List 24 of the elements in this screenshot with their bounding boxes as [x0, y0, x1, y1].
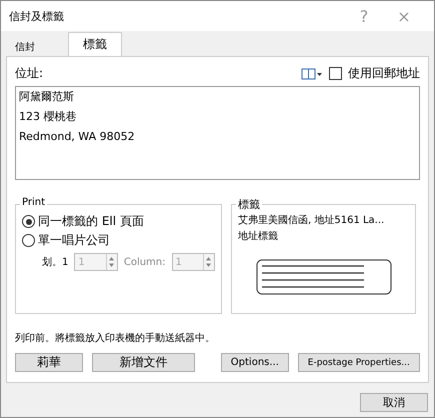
address-field[interactable]: 阿黛爾范斯 123 櫻桃巷 Redmond, WA 98052 — [15, 86, 420, 180]
button[interactable]: 莉華 — [15, 353, 83, 372]
window-title: 信封及標籤 — [9, 8, 65, 24]
address-book-icon[interactable] — [301, 66, 323, 80]
instruction-text: 列印前。將標籤放入印表機的手動送紙器中。 — [15, 332, 216, 345]
radio-button[interactable] — [22, 234, 35, 247]
label-type: 地址標籤 — [238, 230, 279, 243]
row-label: 划。1 — [42, 256, 68, 269]
tab[interactable]: 信封 — [6, 37, 68, 56]
group-title: 標籤 — [236, 197, 262, 212]
address-label: 位址: — [15, 65, 44, 82]
button[interactable]: 新增文件 — [92, 353, 196, 372]
button[interactable]: Options... — [221, 353, 289, 372]
cancel-button[interactable]: 取消 — [360, 393, 428, 412]
label-vendor: 艾弗里美國信函, 地址5161 La... — [238, 214, 386, 227]
column-label: Column: — [124, 256, 166, 268]
group-title: Print — [20, 197, 48, 208]
radio-label: 單一唱片公司 — [38, 232, 110, 249]
checkbox[interactable] — [329, 67, 342, 80]
tab[interactable]: 標籤 — [68, 32, 122, 56]
radio-button[interactable] — [22, 215, 35, 228]
checkbox-label: 使用回郵地址 — [348, 65, 420, 82]
button[interactable]: E-postage Properties... — [298, 353, 420, 372]
radio-label: 同一標籤的 Ell 頁面 — [38, 213, 144, 230]
